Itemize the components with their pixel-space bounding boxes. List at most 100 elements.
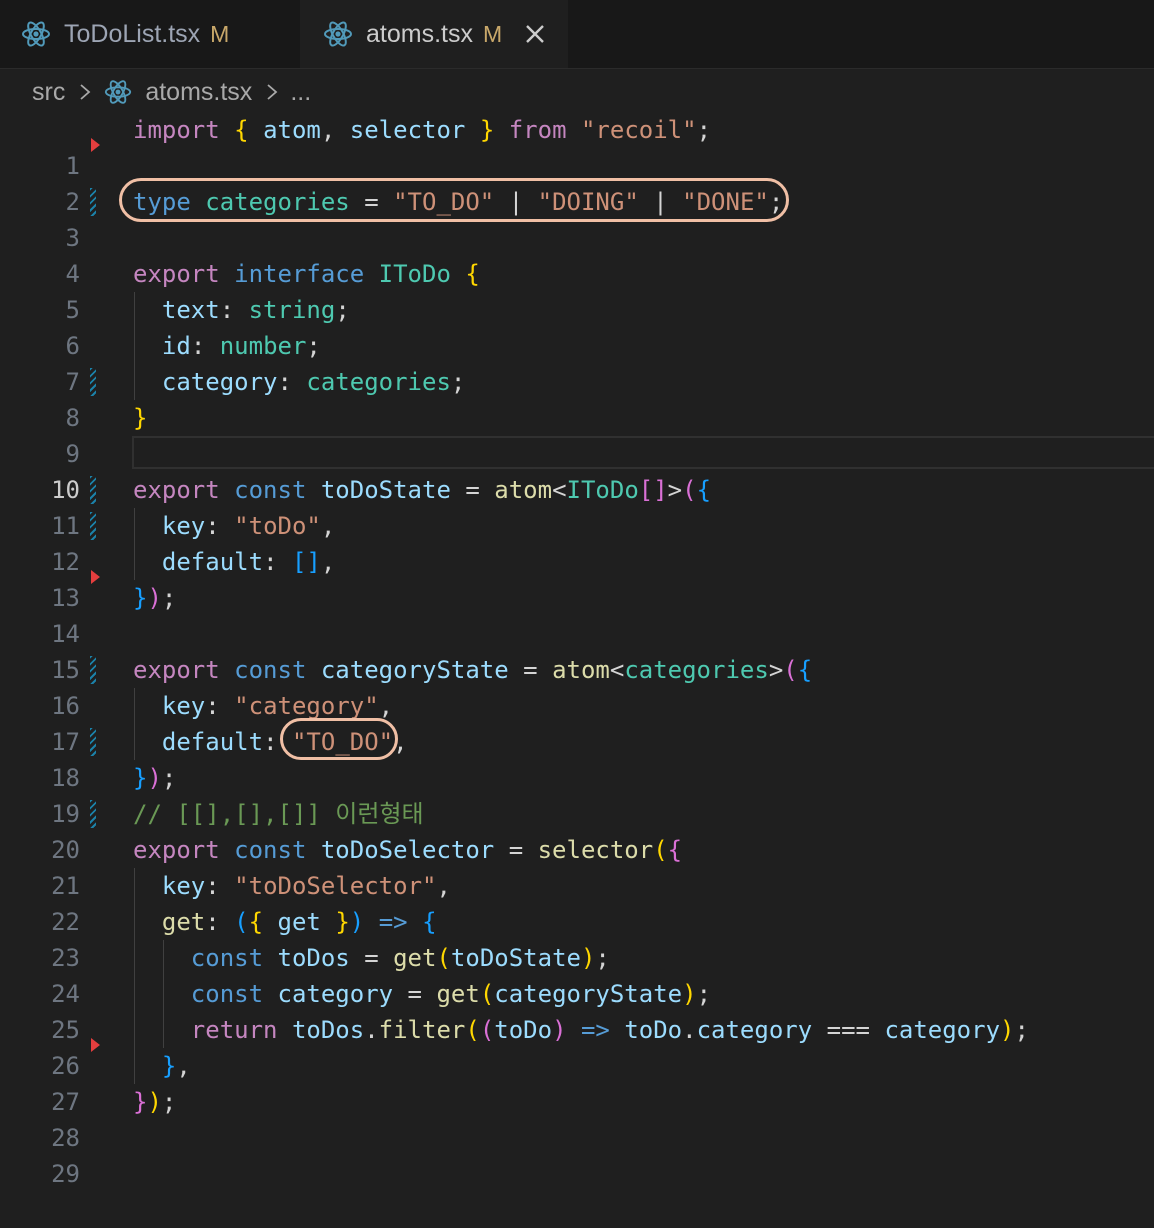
type-name: IToDo — [566, 476, 639, 504]
code-line-22: 22 key: "toDoSelector", — [0, 868, 1154, 936]
highlight-outline-type-declaration — [119, 178, 789, 222]
function-name: atom — [494, 476, 553, 504]
tab-label: ToDoList.tsx — [64, 19, 201, 48]
parameter: get — [277, 908, 321, 936]
punctuation: ( — [783, 656, 798, 684]
git-deleted-marker[interactable] — [91, 1038, 100, 1052]
punctuation: , — [378, 692, 394, 720]
code-line-9: 9 } — [0, 400, 1154, 468]
operator: => — [580, 1016, 610, 1044]
identifier: category — [277, 980, 394, 1008]
code-line-1: 1 import { atom, selector } from "recoil… — [0, 112, 1154, 180]
identifier: toDos — [277, 944, 350, 972]
tab-atoms[interactable]: atoms.tsx M — [300, 0, 568, 68]
git-modified-marker[interactable] — [90, 656, 96, 684]
code-line-4: 4 — [0, 220, 1154, 288]
keyword: import — [133, 116, 220, 144]
punctuation: ( — [465, 1016, 480, 1044]
punctuation: { — [797, 656, 813, 684]
punctuation: ; — [696, 980, 712, 1008]
keyword: interface — [234, 260, 365, 288]
breadcrumb-folder[interactable]: src — [32, 78, 65, 107]
type-name: IToDo — [378, 260, 451, 288]
code-line-29: 29 — [0, 1120, 1154, 1188]
tab-todolist[interactable]: ToDoList.tsx M — [0, 0, 298, 68]
code-line-8: 8 category: categories; — [0, 364, 1154, 432]
punctuation: { — [696, 476, 712, 504]
property: category — [696, 1016, 813, 1044]
punctuation: ; — [595, 944, 610, 972]
breadcrumb-file[interactable]: atoms.tsx — [145, 78, 252, 107]
git-modified-marker[interactable] — [90, 368, 96, 396]
editor-tab-bar: ToDoList.tsx M atoms.tsx M — [0, 0, 1154, 69]
git-modified-marker[interactable] — [90, 476, 96, 504]
operator: = — [407, 980, 422, 1008]
code-line-5: 5 export interface IToDo { — [0, 256, 1154, 324]
punctuation: ( — [653, 836, 668, 864]
punctuation: } — [133, 1088, 148, 1116]
punctuation: . — [682, 1016, 697, 1044]
code-line-12: 12 key: "toDo", — [0, 508, 1154, 576]
punctuation: > — [768, 656, 784, 684]
modified-indicator: M — [482, 20, 503, 47]
punctuation: { — [234, 116, 249, 144]
code-line-16: 16 export const categoryState = atom<cat… — [0, 652, 1154, 720]
git-deleted-marker[interactable] — [91, 138, 100, 152]
keyword: const — [234, 836, 307, 864]
code-line-11: 11 export const toDoState = atom<IToDo[]… — [0, 472, 1154, 540]
code-line-27: 27 }, — [0, 1038, 1154, 1116]
git-modified-marker[interactable] — [90, 800, 96, 828]
punctuation: : — [205, 512, 220, 540]
punctuation: ; — [696, 116, 712, 144]
keyword: return — [190, 1016, 278, 1044]
code-line-28: 28 }); — [0, 1084, 1154, 1152]
punctuation: : — [263, 548, 278, 576]
code-line-19: 19 }); — [0, 760, 1154, 828]
punctuation: ) — [552, 1016, 567, 1044]
chevron-right-icon — [267, 84, 278, 100]
current-line-highlight — [132, 436, 1154, 469]
code-line-23: 23 get: ({ get }) => { — [0, 904, 1154, 972]
property: text — [161, 296, 220, 324]
react-icon — [22, 21, 50, 47]
code-line-13: 13 default: [], — [0, 544, 1154, 612]
operator: = — [364, 944, 379, 972]
function-name: atom — [552, 656, 610, 684]
property: key — [161, 512, 206, 540]
code-line-18: 18 default: "TO_DO", — [0, 724, 1154, 792]
keyword: export — [133, 836, 220, 864]
punctuation: ( — [479, 1016, 495, 1044]
git-modified-marker[interactable] — [90, 188, 96, 216]
code-line-6: 6 text: string; — [0, 292, 1154, 360]
punctuation: ) — [580, 944, 596, 972]
identifier: toDos — [291, 1016, 365, 1044]
punctuation: } — [133, 584, 148, 612]
chevron-right-icon — [80, 84, 91, 100]
punctuation: ) — [682, 980, 697, 1008]
close-icon[interactable] — [524, 23, 546, 45]
property: category — [161, 368, 278, 396]
git-modified-marker[interactable] — [90, 728, 96, 756]
line-number: 29 — [51, 1160, 80, 1188]
punctuation: { — [248, 908, 264, 936]
react-icon — [105, 80, 132, 104]
operator: = — [508, 836, 524, 864]
code-line-20: 20 // [[],[],[]] 이런형태 — [0, 796, 1154, 864]
punctuation: ) — [147, 764, 162, 792]
type-name: categories — [624, 656, 769, 684]
code-line-21: 21 export const toDoSelector = selector(… — [0, 832, 1154, 900]
breadcrumb-more[interactable]: ... — [290, 78, 311, 107]
punctuation: ) — [147, 584, 162, 612]
git-deleted-marker[interactable] — [91, 570, 100, 584]
punctuation: : — [219, 296, 235, 324]
keyword: const — [190, 980, 264, 1008]
punctuation: : — [205, 908, 220, 936]
git-modified-marker[interactable] — [90, 512, 96, 540]
function-name: get — [161, 908, 206, 936]
punctuation: ; — [335, 296, 350, 324]
property: default — [161, 728, 264, 756]
punctuation: ( — [682, 476, 697, 504]
code-line-17: 17 key: "category", — [0, 688, 1154, 756]
function-name: get — [436, 980, 480, 1008]
keyword: export — [133, 476, 220, 504]
